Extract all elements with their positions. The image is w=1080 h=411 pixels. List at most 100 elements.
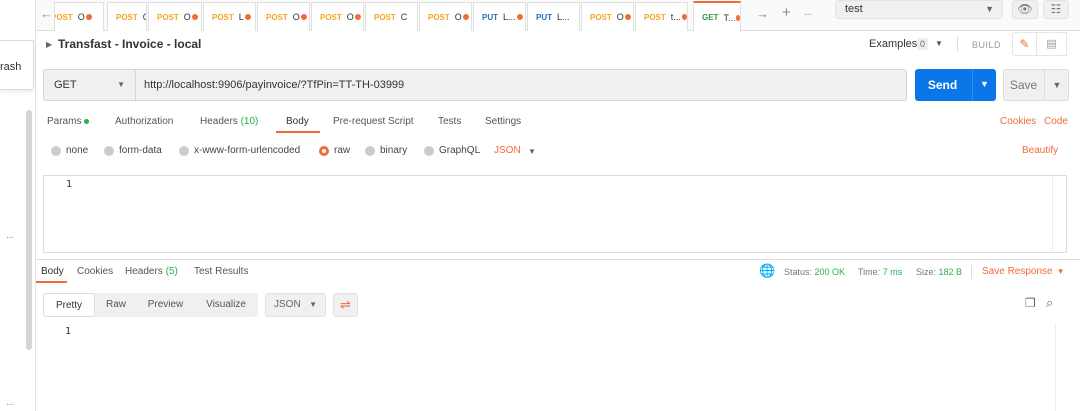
- radio-raw[interactable]: raw: [319, 145, 350, 156]
- tab-method: POST: [116, 12, 138, 22]
- request-tab[interactable]: POST O: [107, 2, 147, 31]
- request-tab[interactable]: POST O: [419, 2, 472, 31]
- radio-circle: [104, 145, 114, 156]
- tab-forward-icon[interactable]: →: [756, 6, 769, 21]
- tab-method: POST: [590, 12, 612, 22]
- response-tab-test-results[interactable]: Test Results: [194, 266, 248, 277]
- request-title[interactable]: Transfast - Invoice - local: [58, 37, 201, 51]
- response-format-label: JSON: [274, 299, 301, 310]
- response-tab-body[interactable]: Body: [41, 266, 64, 277]
- pane-divider[interactable]: [36, 259, 1080, 260]
- tab-method: POST: [266, 12, 288, 22]
- radio-graphql[interactable]: GraphQL: [424, 145, 480, 156]
- tab-name: T...: [723, 12, 736, 23]
- response-tab-headers[interactable]: Headers (5): [125, 266, 178, 277]
- tab-method: POST: [428, 12, 450, 22]
- radio-circle: [424, 145, 434, 156]
- editor-scrollbar[interactable]: [1052, 176, 1066, 252]
- pencil-icon[interactable]: ✎: [1012, 32, 1037, 56]
- request-tab[interactable]: POST O: [54, 2, 104, 31]
- body-editor[interactable]: 1: [43, 175, 1067, 253]
- settings-sliders-icon[interactable]: ☷: [1043, 0, 1069, 19]
- examples-label[interactable]: Examples: [869, 38, 917, 50]
- tab-method: PUT: [482, 12, 498, 22]
- globe-icon[interactable]: 🌐: [759, 263, 775, 279]
- search-icon[interactable]: ⌕: [1046, 295, 1053, 311]
- tab-headers[interactable]: Headers (10): [200, 116, 258, 127]
- code-link[interactable]: Code: [1044, 116, 1068, 127]
- chevron-down-icon[interactable]: ▼: [528, 147, 536, 156]
- time-meta[interactable]: Time: 7 ms: [858, 267, 902, 277]
- send-button[interactable]: Send ▼: [915, 69, 996, 101]
- response-format-select[interactable]: JSON ▼: [265, 293, 326, 317]
- tab-params-label: Params: [47, 116, 82, 127]
- sidebar-scrollbar[interactable]: [26, 110, 32, 350]
- wrap-lines-icon[interactable]: ⇌: [333, 293, 358, 317]
- save-response-button[interactable]: Save Response ▼: [982, 266, 1065, 277]
- sidebar-more-icon-2[interactable]: ···: [6, 400, 14, 410]
- tab-method: POST: [374, 12, 396, 22]
- radio-label: GraphQL: [439, 145, 481, 156]
- trash-menu-item[interactable]: rash: [0, 40, 34, 90]
- tab-more-icon[interactable]: ···: [804, 9, 812, 20]
- radio-none[interactable]: none: [51, 145, 88, 156]
- radio-form-data[interactable]: form-data: [104, 145, 162, 156]
- response-scrollbar[interactable]: [1055, 323, 1069, 411]
- tab-body[interactable]: Body: [286, 116, 309, 127]
- unsaved-dot-icon: [516, 14, 523, 20]
- radio-circle: [51, 145, 61, 156]
- collapse-caret-icon[interactable]: ▶: [46, 40, 52, 49]
- tab-settings[interactable]: Settings: [485, 116, 521, 127]
- radio-label: raw: [334, 145, 351, 156]
- line-number: 1: [66, 179, 73, 190]
- tab-name: O: [183, 12, 191, 22]
- chevron-down-icon[interactable]: ▼: [935, 39, 943, 48]
- beautify-link[interactable]: Beautify: [1022, 145, 1058, 156]
- tab-name: O: [616, 12, 624, 22]
- new-tab-icon[interactable]: +: [782, 4, 791, 21]
- chevron-down-icon: ▼: [985, 4, 994, 14]
- view-pretty-button[interactable]: Pretty: [43, 293, 95, 317]
- tab-pre-request-script[interactable]: Pre-request Script: [333, 116, 414, 127]
- request-tab[interactable]: PUT L...: [473, 2, 526, 31]
- request-tab[interactable]: GET T...: [693, 1, 741, 32]
- body-format-select[interactable]: JSON: [494, 145, 521, 156]
- request-tab[interactable]: POST C: [365, 2, 418, 31]
- build-label[interactable]: BUILD: [972, 40, 1001, 50]
- tab-method: POST: [55, 12, 73, 22]
- request-tab[interactable]: POST O: [148, 2, 202, 31]
- radio-binary[interactable]: binary: [365, 145, 407, 156]
- status-label: Status:: [784, 267, 813, 277]
- radio-urlencoded[interactable]: x-www-form-urlencoded: [179, 145, 300, 156]
- eye-icon[interactable]: 👁: [1012, 0, 1038, 19]
- cookies-link[interactable]: Cookies: [1000, 116, 1036, 127]
- request-tab[interactable]: POST O: [581, 2, 634, 31]
- tab-tests[interactable]: Tests: [438, 116, 461, 127]
- tab-method: GET: [702, 13, 719, 22]
- status-meta[interactable]: Status: 200 OK: [784, 267, 845, 277]
- sidebar-more-icon[interactable]: ···: [6, 233, 14, 243]
- documentation-icon[interactable]: ▤: [1037, 32, 1067, 56]
- view-visualize-button[interactable]: Visualize: [194, 293, 258, 317]
- copy-icon[interactable]: ❐: [1025, 296, 1036, 310]
- save-button[interactable]: Save ▼: [1003, 69, 1069, 101]
- response-view-group: Pretty Raw Preview Visualize: [43, 293, 258, 317]
- unsaved-dot-icon: [736, 14, 740, 21]
- response-tab-cookies[interactable]: Cookies: [77, 266, 113, 277]
- tab-params[interactable]: Params: [47, 116, 90, 127]
- request-tab[interactable]: PUT L...: [527, 2, 580, 31]
- request-tab[interactable]: POST O: [311, 2, 364, 31]
- url-input[interactable]: http://localhost:9906/payinvoice/?TfPin=…: [136, 69, 907, 101]
- send-dropdown-icon[interactable]: ▼: [972, 69, 996, 101]
- save-dropdown-icon[interactable]: ▼: [1044, 70, 1069, 100]
- tab-back-icon[interactable]: ←: [40, 6, 53, 21]
- request-tab[interactable]: POST O: [257, 2, 310, 31]
- view-raw-button[interactable]: Raw: [95, 293, 137, 317]
- environment-select[interactable]: test ▼: [835, 0, 1003, 19]
- tab-authorization[interactable]: Authorization: [115, 116, 173, 127]
- method-select[interactable]: GET ▼: [43, 69, 136, 101]
- size-meta[interactable]: Size: 182 B: [916, 267, 962, 277]
- request-tab[interactable]: POST t...: [635, 2, 688, 31]
- view-preview-button[interactable]: Preview: [137, 293, 194, 317]
- request-tab[interactable]: POST L: [203, 2, 256, 31]
